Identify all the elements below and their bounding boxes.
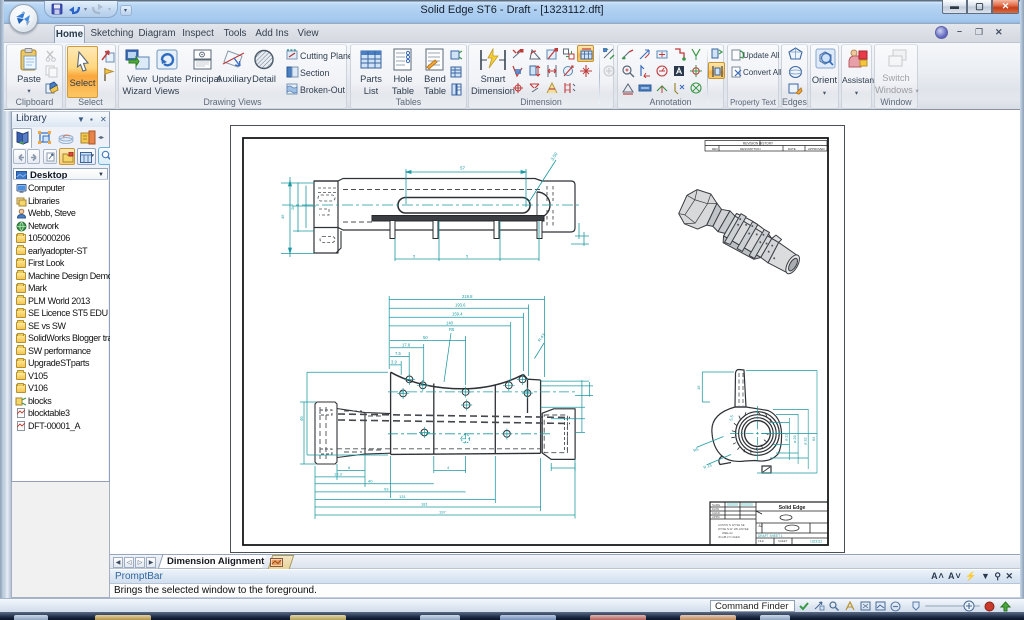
svg-text:93: 93 <box>384 487 389 492</box>
svg-text:5: 5 <box>413 254 416 259</box>
svg-text:3.50: 3.50 <box>550 151 559 161</box>
svg-text:⌀ 22: ⌀ 22 <box>785 433 789 441</box>
svg-text:197: 197 <box>439 510 446 515</box>
svg-text:140: 140 <box>446 320 454 325</box>
svg-text:REV: REV <box>712 147 718 151</box>
svg-text:28: 28 <box>290 205 295 210</box>
svg-text:8: 8 <box>348 465 351 470</box>
svg-text:DATE: DATE <box>788 147 796 151</box>
svg-text:JN-HB 2 N 4GEN: JN-HB 2 N 4GEN <box>718 535 740 539</box>
svg-text:40: 40 <box>368 478 373 483</box>
svg-text:131: 131 <box>399 494 406 499</box>
svg-text:46: 46 <box>299 416 304 421</box>
svg-text:4: 4 <box>447 465 450 470</box>
svg-text:193.6: 193.6 <box>455 303 466 308</box>
svg-text:APPROVED: APPROVED <box>808 147 826 151</box>
svg-text:5.5: 5.5 <box>728 414 734 421</box>
svg-text:13.3: 13.3 <box>334 472 343 477</box>
svg-text:46: 46 <box>280 214 285 219</box>
svg-text:DESCRIPTION: DESCRIPTION <box>740 147 761 151</box>
svg-text:Solid Edge: Solid Edge <box>779 505 806 511</box>
svg-text:A2: A2 <box>759 524 763 528</box>
svg-text:7.5: 7.5 <box>395 351 401 356</box>
svg-text:16: 16 <box>696 385 701 390</box>
svg-text:1323112: 1323112 <box>810 540 822 544</box>
svg-text:R.13: R.13 <box>703 462 713 470</box>
svg-text:SHEET: SHEET <box>778 539 788 543</box>
svg-text:DRAFT SHEET 1: DRAFT SHEET 1 <box>758 534 783 538</box>
svg-text:17.6: 17.6 <box>402 342 411 347</box>
svg-text:50: 50 <box>423 335 428 340</box>
svg-text:⌀ 32: ⌀ 32 <box>803 437 807 445</box>
svg-text:FILE: FILE <box>758 539 764 543</box>
svg-text:⌀ 26: ⌀ 26 <box>793 435 797 443</box>
svg-text:181: 181 <box>421 502 428 507</box>
svg-text:159.4: 159.4 <box>452 312 463 317</box>
svg-text:R5: R5 <box>693 446 700 453</box>
svg-text:3.9: 3.9 <box>391 359 397 364</box>
svg-text:REVISION HISTORY: REVISION HISTORY <box>743 142 774 146</box>
svg-text:5: 5 <box>466 254 469 259</box>
svg-text:R5: R5 <box>449 327 455 332</box>
svg-text:APPD: APPD <box>712 515 720 519</box>
svg-text:64: 64 <box>812 437 816 441</box>
svg-text:219.8: 219.8 <box>462 294 473 299</box>
svg-text:57: 57 <box>460 166 466 171</box>
